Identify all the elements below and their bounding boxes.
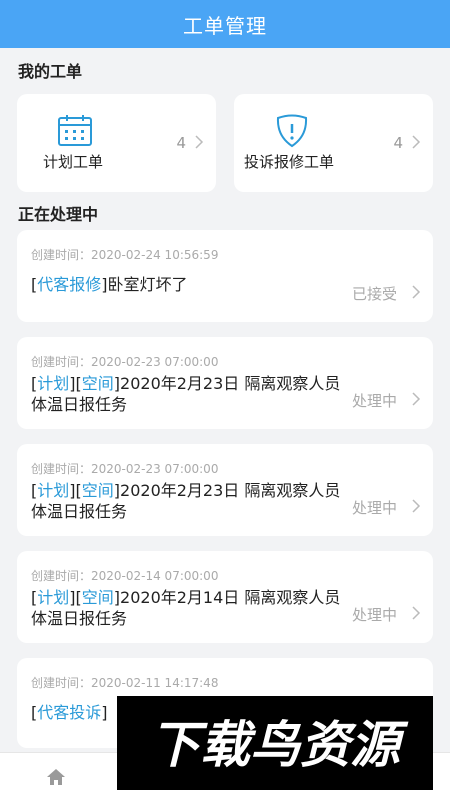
chevron-right-icon <box>412 285 421 299</box>
order-created-time: 创建时间：2020-02-11 14:17:48 <box>31 676 219 690</box>
order-title: [计划][空间]2020年2月23日 隔离观察人员体温日报任务 <box>31 481 341 521</box>
order-status: 处理中 <box>351 499 397 517</box>
order-item[interactable]: 创建时间：2020-02-23 07:00:00 [计划][空间]2020年2月2… <box>17 337 433 429</box>
order-tag: 代客投诉 <box>37 703 102 722</box>
order-created-time: 创建时间：2020-02-24 10:56:59 <box>31 248 219 262</box>
order-title: [代客报修]卧室灯坏了 <box>31 275 188 294</box>
complaint-repair-orders-card[interactable]: 投诉报修工单 4 <box>234 94 433 192</box>
chevron-right-icon <box>412 135 421 149</box>
order-tag: 空间 <box>81 481 114 500</box>
order-list: 创建时间：2020-02-24 10:56:59 [代客报修]卧室灯坏了 已接受 创建… <box>0 230 450 748</box>
plan-orders-card[interactable]: 计划工单 4 <box>17 94 216 192</box>
calendar-icon <box>58 115 92 146</box>
order-status: 已接受 <box>351 285 397 303</box>
order-created-time: 创建时间：2020-02-14 07:00:00 <box>31 569 219 583</box>
order-tag: 计划 <box>37 481 70 500</box>
plan-orders-count: 4 <box>176 134 186 152</box>
app-header: 工单管理 <box>0 0 450 48</box>
shield-alert-icon <box>276 114 308 148</box>
order-title-text: 2020年2月14日 隔离观察人员体温日报任务 <box>31 588 341 628</box>
order-created-time: 创建时间：2020-02-23 07:00:00 <box>31 355 219 369</box>
chevron-right-icon <box>195 135 204 149</box>
chevron-right-icon <box>412 499 421 513</box>
order-tag: 空间 <box>81 588 114 607</box>
my-orders-cards: 计划工单 4 投诉报修工单 4 <box>0 94 450 192</box>
order-title-text: 2020年2月23日 隔离观察人员体温日报任务 <box>31 481 341 521</box>
order-tag: 计划 <box>37 588 70 607</box>
order-item[interactable]: 创建时间：2020-02-23 07:00:00 [计划][空间]2020年2月2… <box>17 444 433 536</box>
chevron-right-icon <box>412 392 421 406</box>
order-item[interactable]: 创建时间：2020-02-14 07:00:00 [计划][空间]2020年2月1… <box>17 551 433 643</box>
watermark-text: 下载鸟资源 <box>150 716 409 774</box>
complaint-repair-orders-label: 投诉报修工单 <box>244 153 335 171</box>
order-status: 处理中 <box>351 606 397 624</box>
chevron-right-icon <box>412 606 421 620</box>
complaint-repair-orders-count: 4 <box>393 134 403 152</box>
page-title: 工单管理 <box>183 13 267 38</box>
watermark-logo: 下载鸟资源 <box>117 696 433 790</box>
order-tag: 空间 <box>81 374 114 393</box>
order-tag: 计划 <box>37 374 70 393</box>
order-created-time: 创建时间：2020-02-23 07:00:00 <box>31 462 219 476</box>
home-icon[interactable] <box>46 767 66 787</box>
order-title: [计划][空间]2020年2月14日 隔离观察人员体温日报任务 <box>31 588 341 628</box>
order-item[interactable]: 创建时间：2020-02-24 10:56:59 [代客报修]卧室灯坏了已接受 <box>17 230 433 322</box>
order-title-text: 2020年2月23日 隔离观察人员体温日报任务 <box>31 374 341 414</box>
order-title-text: 卧室灯坏了 <box>107 275 188 294</box>
order-tag: 代客报修 <box>37 275 102 294</box>
my-orders-heading: 我的工单 <box>18 62 83 81</box>
plan-orders-label: 计划工单 <box>43 153 104 171</box>
order-status: 处理中 <box>351 392 397 410</box>
processing-heading: 正在处理中 <box>18 205 99 224</box>
watermark-text-graphic: 下载鸟资源 <box>150 716 409 774</box>
order-title: [计划][空间]2020年2月23日 隔离观察人员体温日报任务 <box>31 374 341 414</box>
